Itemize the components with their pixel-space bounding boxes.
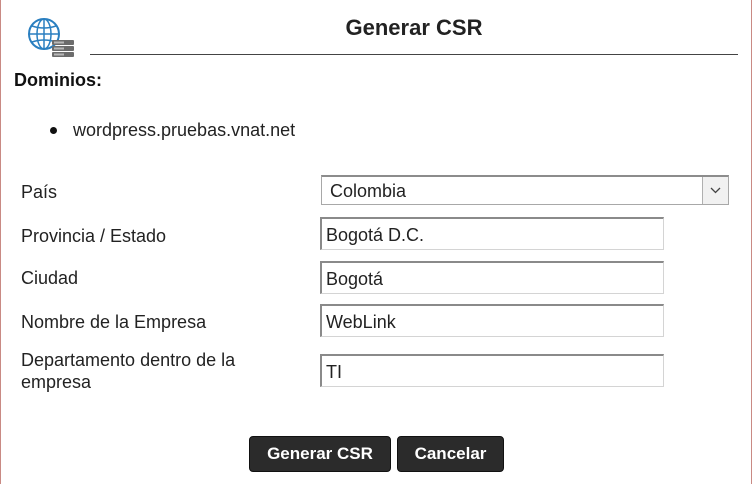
title-divider — [90, 54, 738, 55]
window-border-left — [0, 0, 1, 484]
state-input[interactable]: Bogotá D.C. — [320, 217, 664, 250]
generate-csr-button[interactable]: Generar CSR — [249, 436, 391, 472]
department-label-line2: empresa — [21, 372, 92, 392]
domain-item: wordpress.pruebas.vnat.net — [50, 118, 295, 142]
department-label: Departamento dentro de la empresa — [21, 349, 235, 393]
country-select-value: Colombia — [330, 181, 407, 201]
domains-label: Dominios: — [14, 70, 102, 90]
city-label: Ciudad — [21, 268, 79, 288]
country-select[interactable]: Colombia — [321, 175, 729, 205]
department-label-line1: Departamento dentro de la — [21, 350, 236, 370]
chevron-down-icon[interactable] — [702, 177, 728, 204]
company-input[interactable]: WebLink — [320, 304, 664, 337]
state-label: Provincia / Estado — [21, 226, 167, 246]
cancel-button[interactable]: Cancelar — [397, 436, 504, 472]
dialog-title: Generar CSR — [345, 15, 483, 40]
country-label: País — [21, 182, 58, 202]
domain-list: wordpress.pruebas.vnat.net — [50, 118, 295, 142]
department-input[interactable]: TI — [320, 354, 664, 387]
globe-server-icon — [26, 16, 76, 58]
city-input[interactable]: Bogotá — [320, 261, 664, 294]
company-label: Nombre de la Empresa — [21, 312, 207, 332]
